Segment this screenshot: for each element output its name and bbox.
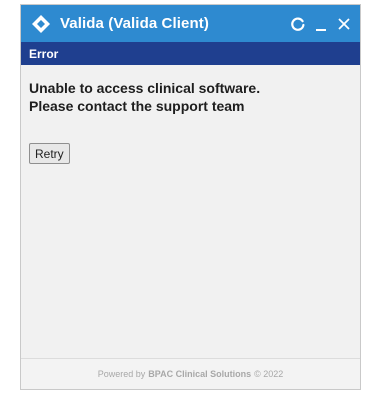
minimize-icon[interactable]: [311, 13, 331, 35]
error-header: Error: [21, 42, 360, 65]
error-content: Unable to access clinical software. Plea…: [21, 65, 360, 164]
footer-prefix: Powered by: [97, 369, 146, 379]
refresh-icon[interactable]: [288, 13, 308, 35]
error-message: Unable to access clinical software. Plea…: [29, 79, 352, 115]
footer-copyright: © 2022: [254, 369, 284, 379]
error-message-line-1: Unable to access clinical software.: [29, 80, 261, 96]
diamond-logo-icon: [31, 14, 51, 34]
window-controls: [288, 13, 354, 35]
window-title: Valida (Valida Client): [60, 15, 209, 32]
footer: Powered by BPAC Clinical Solutions © 202…: [21, 358, 360, 389]
title-bar[interactable]: Valida (Valida Client): [21, 5, 360, 42]
app-window: Valida (Valida Client) Error Unable to a…: [20, 4, 361, 390]
retry-button[interactable]: Retry: [29, 143, 70, 164]
footer-brand: BPAC Clinical Solutions: [148, 369, 252, 379]
close-icon[interactable]: [334, 13, 354, 35]
error-message-line-2: Please contact the support team: [29, 98, 245, 114]
